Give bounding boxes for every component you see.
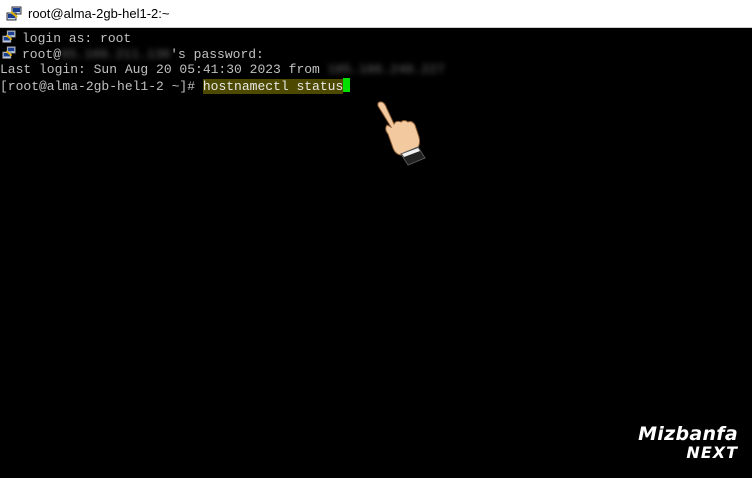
logo-brand: Mizbanfa [638, 423, 738, 445]
redacted-server-ip: 65.109.211.130 [61, 47, 171, 62]
shell-prompt: [root@alma-2gb-hel1-2 ~]# [0, 79, 203, 94]
last-login-text: Last login: Sun Aug 20 05:41:30 2023 fro… [0, 62, 328, 77]
terminal-area[interactable]: login as: root root@65.109.211.130's pas… [0, 28, 752, 478]
login-text: login as: root [22, 31, 132, 46]
window-title: root@alma-2gb-hel1-2:~ [28, 6, 170, 21]
window-titlebar[interactable]: root@alma-2gb-hel1-2:~ [0, 0, 752, 28]
password-prefix: root@ [22, 47, 62, 62]
putty-icon [2, 30, 16, 43]
redacted-client-ip: 185.186.240.227 [327, 62, 445, 77]
putty-icon [2, 46, 16, 59]
putty-icon [6, 6, 22, 21]
terminal-line-login: login as: root [0, 30, 131, 46]
typed-command: hostnamectl status [202, 79, 344, 94]
password-suffix: 's password: [170, 47, 264, 62]
pointing-hand-icon [377, 101, 426, 166]
terminal-line-prompt[interactable]: [root@alma-2gb-hel1-2 ~]# hostnamectl st… [0, 78, 351, 94]
terminal-cursor [343, 78, 351, 92]
terminal-line-password: root@65.109.211.130's password: [0, 46, 264, 62]
terminal-line-last-login: Last login: Sun Aug 20 05:41:30 2023 fro… [0, 62, 445, 78]
logo-sub: NEXT [686, 443, 738, 462]
mizbanfa-logo: Mizbanfa NEXT [638, 424, 738, 462]
